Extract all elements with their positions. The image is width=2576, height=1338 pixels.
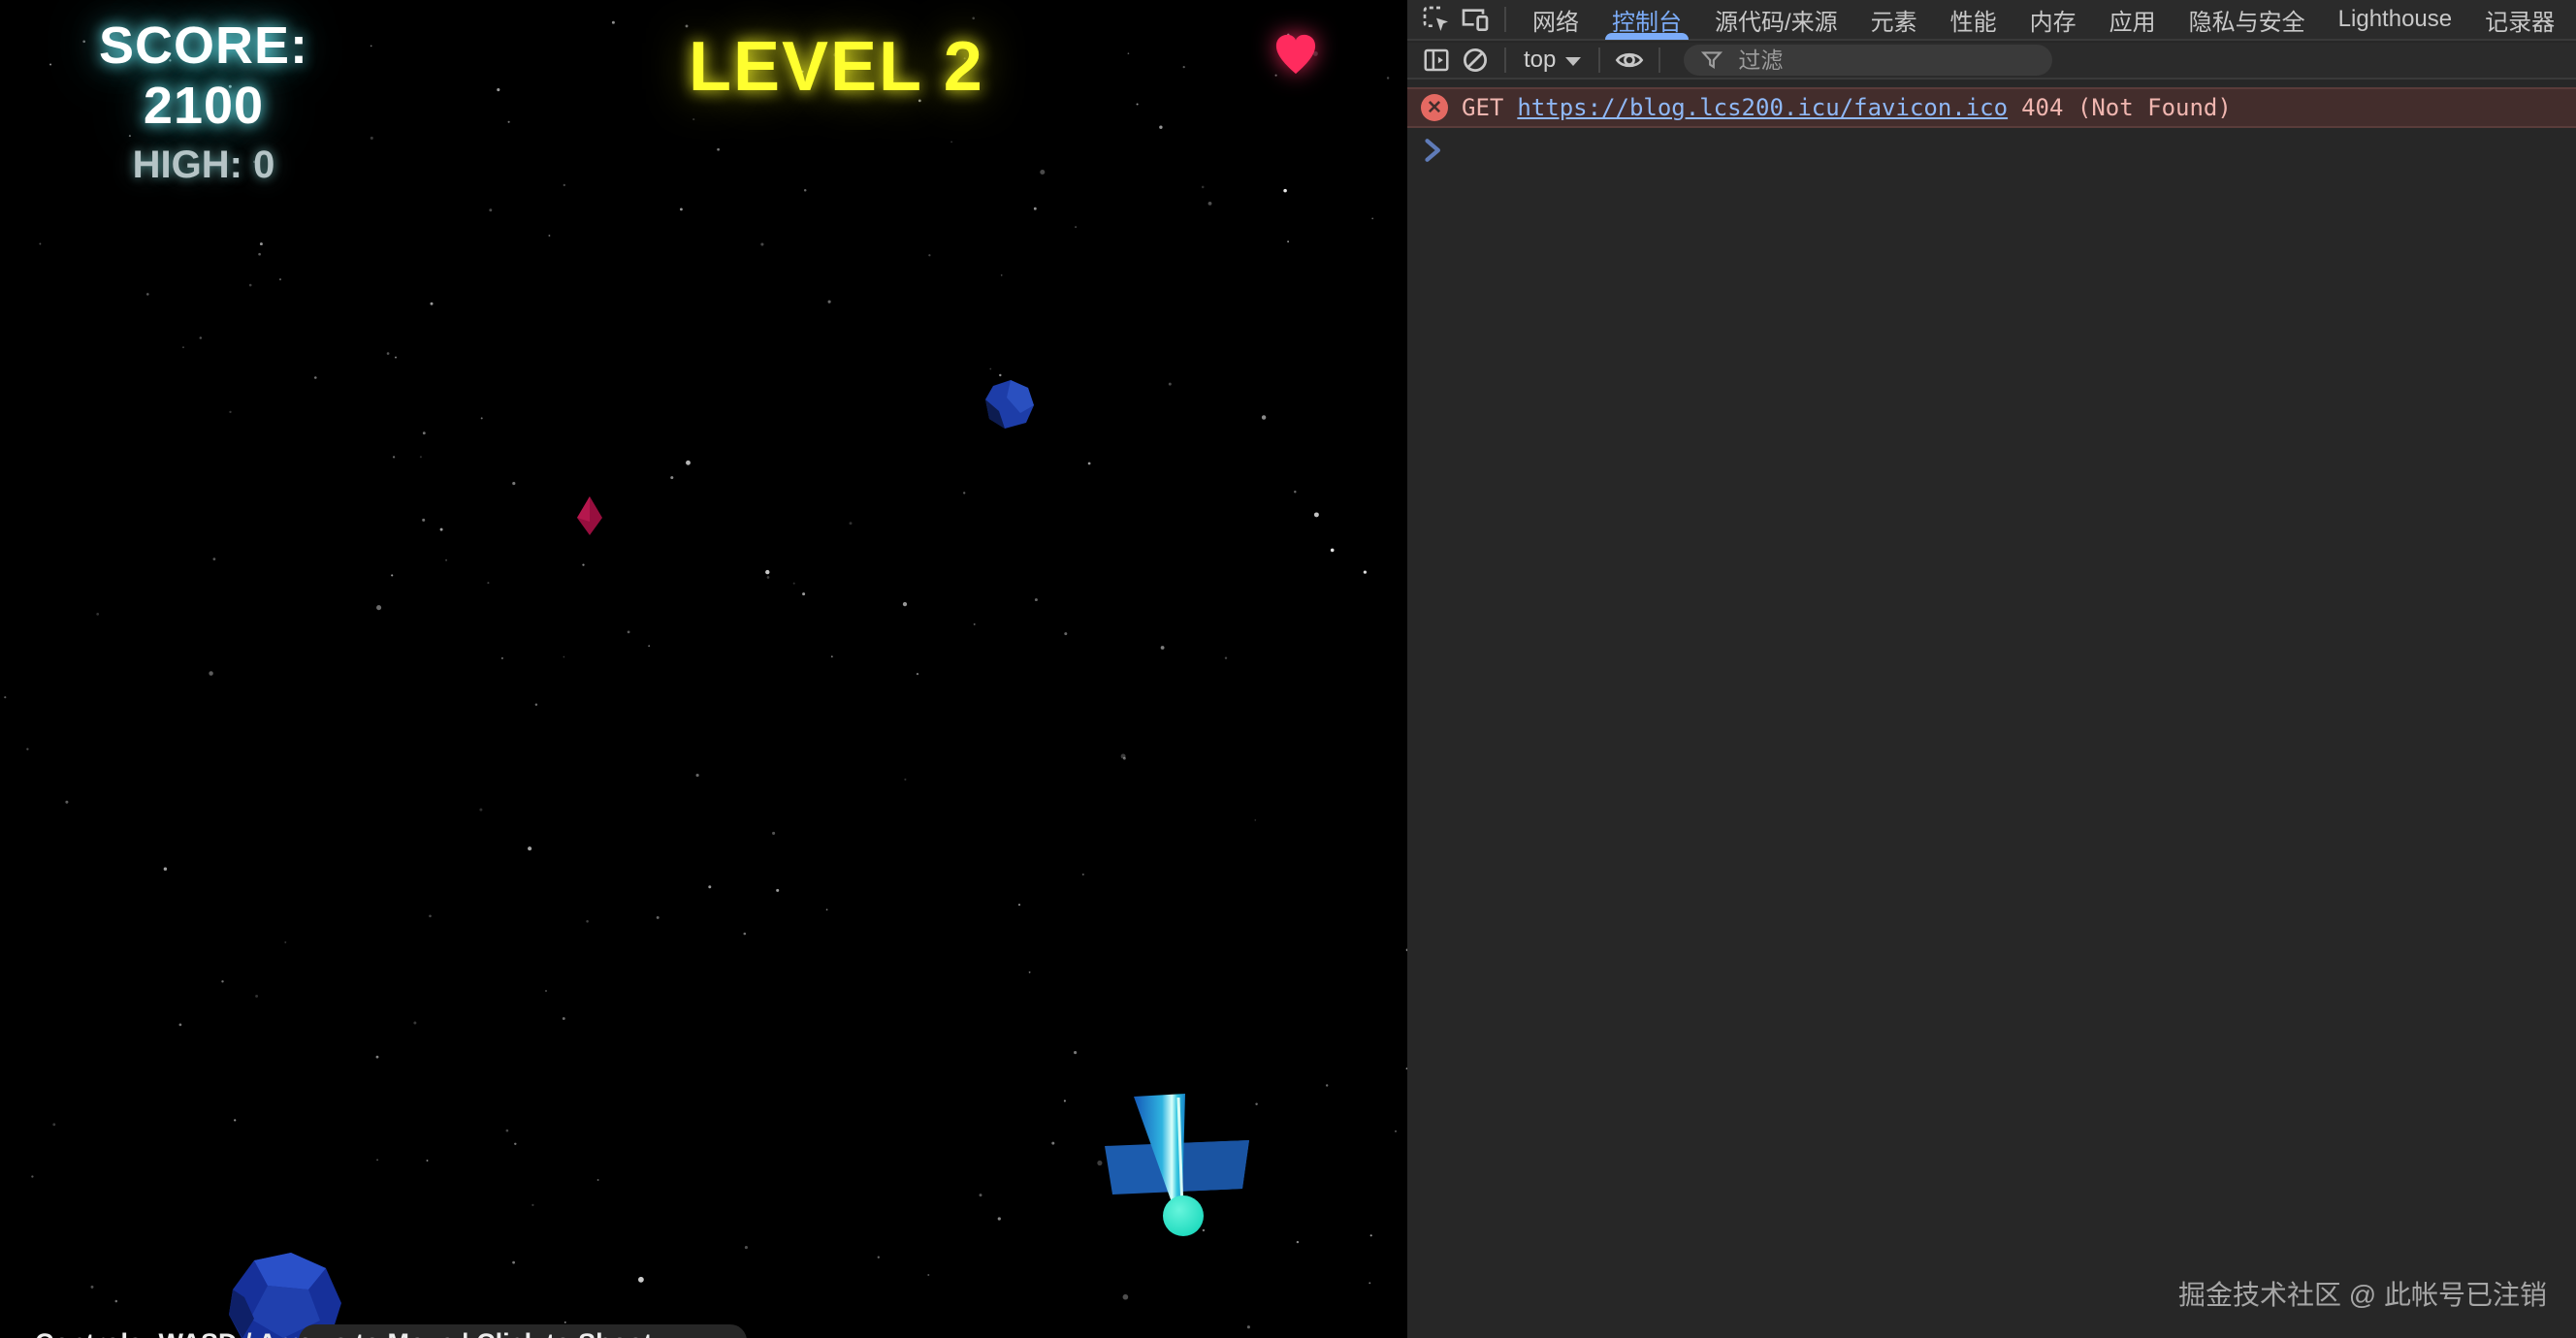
console-sidebar-toggle-icon[interactable] [1417,41,1456,80]
toolbar-divider [1504,7,1506,32]
score-label: SCORE: 2100 [50,16,357,136]
tab-sources[interactable]: 源代码/来源 [1698,0,1854,40]
tab-lighthouse[interactable]: Lighthouse [2322,0,2468,40]
error-status: 404 (Not Found) [2021,94,2232,121]
watermark-text: 掘金技术社区 @ 此帐号已注销 [2178,1274,2547,1313]
prompt-chevron-icon [1423,138,1444,163]
clear-console-icon[interactable] [1456,41,1495,80]
tab-elements[interactable]: 元素 [1854,0,1934,40]
starfield [4,17,1407,1329]
chevron-down-icon [1565,57,1581,66]
device-toolbar-icon[interactable] [1456,0,1495,39]
error-method: GET [1462,94,1503,121]
console-toolbar: top [1407,43,2576,80]
context-selector[interactable]: top [1516,47,1589,74]
filter-funnel-icon [1699,48,1724,73]
tab-performance[interactable]: 性能 [1934,0,2013,40]
devtools-panel: 网络 控制台 源代码/来源 元素 性能 内存 应用 隐私与安全 Lighthou… [1407,0,2576,1338]
heart-icon [1272,33,1319,80]
tab-recorder[interactable]: 记录器 [2468,0,2571,40]
tab-network[interactable]: 网络 [1516,0,1595,40]
tab-privacy-security[interactable]: 隐私与安全 [2173,0,2322,40]
tab-memory[interactable]: 内存 [2013,0,2093,40]
devtools-tabbar: 网络 控制台 源代码/来源 元素 性能 内存 应用 隐私与安全 Lighthou… [1407,0,2576,41]
game-scene [0,0,1407,1338]
high-score-label: HIGH: 0 [50,143,357,187]
tab-console[interactable]: 控制台 [1595,0,1698,40]
game-canvas[interactable]: SCORE: 2100 HIGH: 0 LEVEL 2 Controls: WA… [0,0,1407,1338]
console-filter-box[interactable] [1684,45,2052,76]
player-ship [1105,1094,1249,1236]
tab-application[interactable]: 应用 [2093,0,2173,40]
score-panel: SCORE: 2100 HIGH: 0 [50,16,357,187]
live-expression-eye-icon[interactable] [1610,41,1649,80]
level-label: LEVEL 2 [689,27,984,107]
error-icon: ✕ [1421,94,1448,121]
console-output: ✕ GET https://blog.lcs200.icu/favicon.ic… [1407,81,2576,1338]
gem-red [577,496,602,535]
controls-hint-text: Controls: WASD / Arrows to Move | Click … [35,1328,653,1338]
filter-input[interactable] [1736,47,2031,75]
console-prompt[interactable] [1407,128,2576,173]
console-error-row: ✕ GET https://blog.lcs200.icu/favicon.ic… [1407,87,2576,128]
inspect-element-icon[interactable] [1417,0,1456,39]
asteroid-blue-top [985,380,1034,429]
error-url-link[interactable]: https://blog.lcs200.icu/favicon.ico [1517,94,2008,121]
